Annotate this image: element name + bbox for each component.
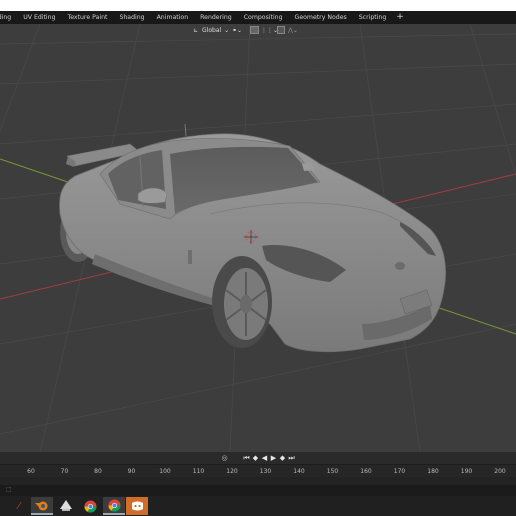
orientation-label: Global: [202, 26, 222, 34]
tab-scripting[interactable]: Scripting: [353, 11, 393, 24]
timeline-tick-label: 60: [27, 468, 35, 475]
orientation-icon: ⊾: [193, 26, 199, 34]
workspace-tabs: lding UV Editing Texture Paint Shading A…: [0, 11, 516, 24]
taskbar-item-chrome[interactable]: [79, 497, 101, 515]
proportional-editing-toggle[interactable]: ⋀⌄: [277, 25, 298, 35]
keying-icon[interactable]: ◎: [220, 454, 229, 462]
taskbar-item-app[interactable]: ⁄: [8, 497, 30, 515]
play-icon[interactable]: ▶: [269, 454, 278, 462]
timeline-tick-label: 110: [192, 468, 205, 475]
timeline-tick-label: 150: [326, 468, 339, 475]
timeline-ruler[interactable]: 60 70 80 90 100 110 120 130 140 150 160 170 180 190 20…: [0, 464, 516, 478]
tab-compositing[interactable]: Compositing: [238, 11, 289, 24]
timeline-tick-label: 70: [60, 468, 69, 475]
discord-icon: [131, 501, 143, 511]
tab-shading[interactable]: Shading: [113, 11, 150, 24]
timeline-tick-label: 190: [460, 468, 473, 475]
pivot-point-dropdown[interactable]: ⚭⌄: [232, 25, 242, 35]
blender-icon: [35, 501, 48, 511]
transform-orientation-dropdown[interactable]: ⊾ Global ⌄: [193, 25, 229, 35]
falloff-icon: ⋀⌄: [288, 26, 298, 34]
proportional-icon: [277, 26, 285, 34]
jump-end-icon[interactable]: ⏭: [287, 454, 296, 463]
timeline-tick-label: 160: [360, 468, 372, 475]
add-workspace-button[interactable]: +: [392, 11, 408, 24]
timeline-tick-label: 200: [494, 468, 506, 475]
status-bar: ⬚: [0, 485, 516, 496]
blender-window: lding UV Editing Texture Paint Shading A…: [0, 0, 516, 516]
chevron-down-icon: ⌄: [224, 26, 230, 34]
jump-start-icon[interactable]: ⏮: [242, 454, 251, 463]
inkscape-icon: [60, 500, 72, 511]
viewport-canvas[interactable]: [0, 24, 516, 452]
timeline-tick-label: 140: [293, 468, 305, 475]
tab-animation[interactable]: Animation: [151, 11, 195, 24]
taskbar-item-chrome-2[interactable]: [103, 497, 125, 515]
timeline-tick-label: 100: [159, 468, 171, 475]
3d-viewport[interactable]: ⊾ Global ⌄ ⚭⌄ ⋮⋮⌄ ⋀⌄: [0, 24, 516, 452]
playback-controls: ◎ ⏮ ◆ ◀ ▶ ◆ ⏭: [0, 452, 516, 464]
taskbar-item-discord[interactable]: [126, 497, 148, 515]
pen-icon: ⁄: [18, 500, 20, 512]
mouse-icon: ⬚: [6, 486, 12, 493]
snap-icon: [250, 26, 259, 34]
taskbar-item-blender[interactable]: [31, 497, 53, 515]
os-taskbar: ⁄: [0, 496, 516, 516]
tab-geometry-nodes[interactable]: Geometry Nodes: [289, 11, 353, 24]
chrome-icon: [108, 499, 120, 512]
timeline-tick-label: 130: [259, 468, 272, 475]
tab-uv-editing[interactable]: UV Editing: [17, 11, 61, 24]
chrome-icon: [84, 500, 96, 513]
timeline-tick-label: 180: [427, 468, 439, 475]
play-reverse-icon[interactable]: ◀: [260, 454, 269, 462]
timeline-tick-label: 90: [127, 468, 136, 475]
timeline-tick-label: 80: [94, 468, 102, 475]
next-keyframe-icon[interactable]: ◆: [278, 454, 287, 462]
tab-rendering[interactable]: Rendering: [194, 11, 238, 24]
car-model[interactable]: [59, 123, 446, 353]
tab-texture-paint[interactable]: Texture Paint: [62, 11, 114, 24]
taskbar-item-inkscape[interactable]: [55, 497, 77, 515]
tab-modeling[interactable]: lding: [0, 11, 17, 24]
viewport-header: ⊾ Global ⌄ ⚭⌄ ⋮⋮⌄ ⋀⌄: [0, 24, 516, 36]
timeline-tick-label: 170: [393, 468, 406, 475]
snap-settings-icon: ⋮⋮⌄: [261, 26, 279, 34]
taskbar-item-partial[interactable]: [0, 497, 4, 515]
pivot-icon: ⚭⌄: [232, 26, 243, 34]
timeline-area[interactable]: [0, 477, 516, 485]
prev-keyframe-icon[interactable]: ◆: [251, 454, 260, 462]
timeline-tick-label: 120: [226, 468, 238, 475]
snap-dropdown[interactable]: ⋮⋮⌄: [250, 25, 278, 35]
